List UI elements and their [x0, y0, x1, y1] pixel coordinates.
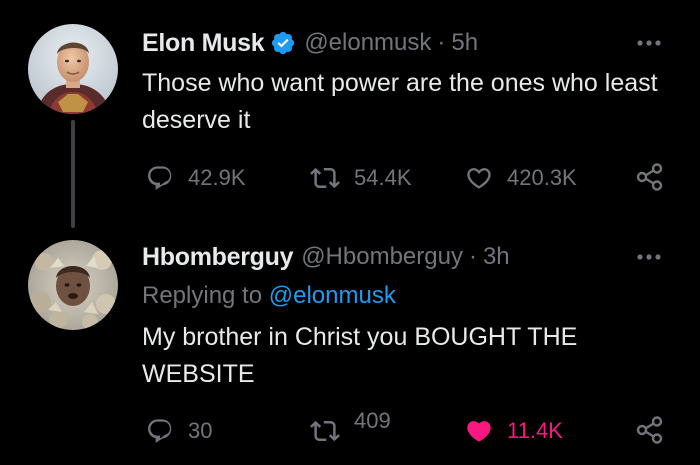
avatar-hbomberguy-image	[28, 240, 118, 330]
share-icon	[636, 416, 663, 444]
handle-and-time: @elonmusk · 5h	[304, 29, 478, 57]
like-count: 420.3K	[507, 165, 577, 190]
like-count: 11.4K	[507, 418, 563, 443]
heart-filled-icon	[467, 421, 491, 442]
more-options-icon[interactable]	[636, 252, 662, 262]
retweet-count: 54.4K	[354, 165, 412, 190]
retweet-icon	[310, 420, 340, 442]
tweet-text: Those who want power are the ones who le…	[142, 69, 658, 134]
handle-and-time: @Hbomberguy · 3h	[301, 243, 509, 271]
reply-button[interactable]: 30	[146, 416, 212, 446]
tweet-text: My brother in Christ you BOUGHT THE WEBS…	[142, 323, 578, 388]
reply-button[interactable]: 42.9K	[146, 163, 246, 193]
timestamp[interactable]: 5h	[451, 29, 478, 56]
avatar-elon[interactable]	[28, 24, 118, 114]
verified-badge-icon[interactable]	[270, 30, 296, 56]
replying-to-mention-link[interactable]: @elonmusk	[269, 282, 396, 309]
share-button[interactable]	[636, 415, 664, 445]
display-name[interactable]: Elon Musk	[142, 29, 265, 58]
share-button[interactable]	[636, 162, 664, 192]
reply-icon	[148, 419, 172, 443]
tweet-elon: Elon Musk @elonmusk · 5h Those who want po…	[0, 0, 700, 230]
tweet-hbomberguy: Hbomberguy @Hbomberguy · 3h Replying to @e…	[0, 230, 700, 465]
retweet-icon	[310, 167, 340, 189]
time-separator: ·	[437, 29, 446, 56]
time-separator: ·	[468, 243, 477, 270]
replying-to: Replying to @elonmusk	[142, 282, 396, 310]
timestamp[interactable]: 3h	[483, 243, 510, 270]
like-button[interactable]: 11.4K	[465, 416, 563, 446]
retweet-button[interactable]: 409	[310, 408, 391, 446]
avatar-hbomberguy[interactable]	[28, 240, 118, 330]
tweet-header: Elon Musk @elonmusk · 5h	[142, 28, 478, 58]
like-button[interactable]: 420.3K	[465, 163, 577, 193]
reply-count: 42.9K	[188, 165, 246, 190]
reply-count: 30	[188, 418, 213, 443]
tweet-header: Hbomberguy @Hbomberguy · 3h	[142, 242, 510, 272]
avatar-elon-image	[28, 24, 118, 114]
replying-to-label: Replying to	[142, 282, 263, 309]
handle[interactable]: @elonmusk	[304, 29, 431, 56]
reply-icon	[148, 166, 172, 190]
heart-outline-icon	[467, 168, 491, 189]
thread-connector-line	[71, 120, 75, 228]
display-name[interactable]: Hbomberguy	[142, 243, 293, 272]
share-icon	[636, 163, 663, 191]
handle[interactable]: @Hbomberguy	[301, 243, 463, 270]
more-options-icon[interactable]	[636, 38, 662, 48]
retweet-count: 409	[354, 408, 391, 433]
retweet-button[interactable]: 54.4K	[310, 163, 412, 193]
